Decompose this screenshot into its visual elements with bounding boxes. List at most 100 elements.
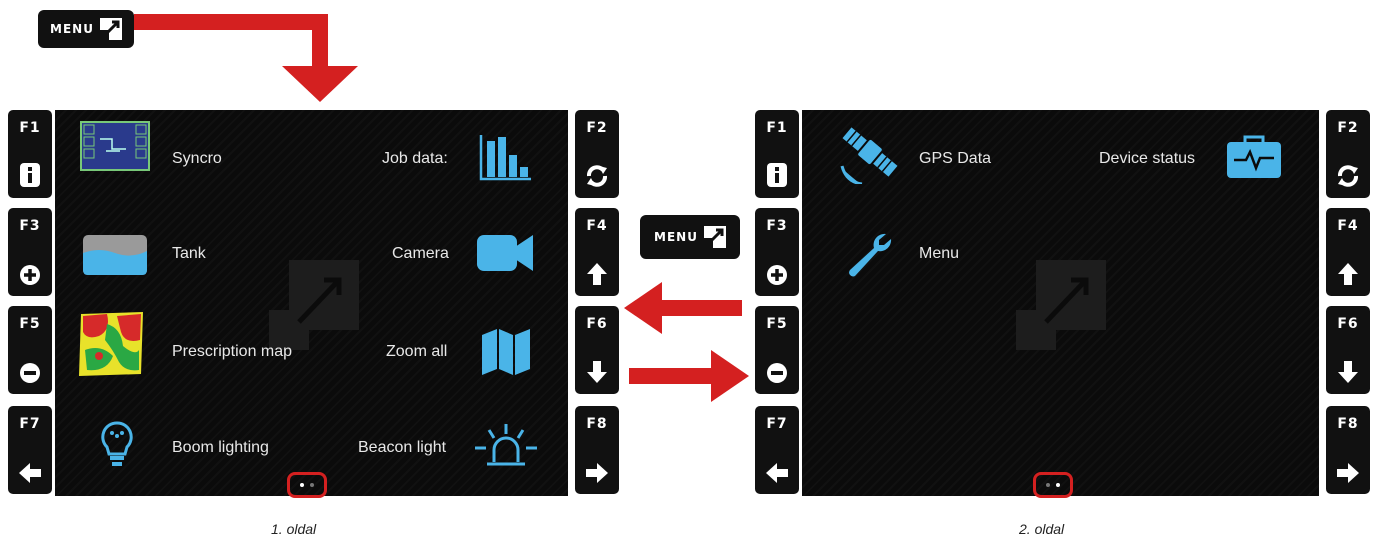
camera-label: Camera <box>392 245 449 262</box>
medical-kit-icon <box>1227 135 1281 178</box>
f4-label: F4 <box>586 218 608 234</box>
f1-label: F1 <box>766 120 788 136</box>
f8-label: F8 <box>586 416 608 432</box>
f1-key-page2[interactable]: F1 <box>755 110 799 198</box>
expand-icon <box>703 226 726 248</box>
menu-button-label: MENU <box>50 22 94 36</box>
left-arrow-icon <box>19 463 41 483</box>
red-arrow-down <box>134 14 358 102</box>
beacon-light-icon <box>475 424 537 466</box>
f5-key-page2[interactable]: F5 <box>755 306 799 394</box>
red-arrow-left <box>624 282 742 334</box>
page-dot <box>310 483 314 487</box>
page-1-caption: 1. oldal <box>271 521 317 537</box>
syncro-label: Syncro <box>172 150 222 167</box>
plus-icon <box>20 265 40 285</box>
tank-icon <box>83 235 147 275</box>
f8-label: F8 <box>1337 416 1359 432</box>
bar-chart-icon <box>479 135 531 181</box>
f2-key-page2[interactable]: F2 <box>1326 110 1370 198</box>
menu-item-boom-lighting[interactable]: Boom lighting <box>172 439 269 457</box>
tank-label: Tank <box>172 245 206 262</box>
light-bulb-icon <box>101 421 133 466</box>
up-arrow-icon <box>1338 263 1358 285</box>
page-dot <box>1046 483 1050 487</box>
beacon-light-label: Beacon light <box>358 439 447 456</box>
screen-page-2: GPS Data Device status Menu <box>802 110 1319 498</box>
syncro-icon <box>80 121 150 171</box>
left-arrow-icon <box>766 463 788 483</box>
info-icon <box>767 163 787 187</box>
f3-label: F3 <box>766 218 788 234</box>
wrench-icon <box>849 233 892 277</box>
map-icon <box>482 329 530 375</box>
f6-key[interactable]: F6 <box>575 306 619 394</box>
menu-item-syncro[interactable]: Syncro <box>172 150 222 168</box>
down-arrow-icon <box>587 361 607 383</box>
job-data-label: Job data: <box>382 150 448 167</box>
menu-item-menu[interactable]: Menu <box>919 245 959 263</box>
down-arrow-icon <box>1338 361 1358 383</box>
zoom-all-label: Zoom all <box>386 343 448 360</box>
page-2-caption: 2. oldal <box>1019 521 1065 537</box>
f5-label: F5 <box>766 316 788 332</box>
f6-label: F6 <box>1337 316 1359 332</box>
menu-item-tank[interactable]: Tank <box>172 245 206 263</box>
f7-key-page2[interactable]: F7 <box>755 406 799 494</box>
f1-key[interactable]: F1 <box>8 110 52 198</box>
f3-key[interactable]: F3 <box>8 208 52 296</box>
f4-key-page2[interactable]: F4 <box>1326 208 1370 296</box>
page-indicator[interactable] <box>287 472 327 498</box>
f8-key[interactable]: F8 <box>575 406 619 494</box>
f6-label: F6 <box>586 316 608 332</box>
f4-label: F4 <box>1337 218 1359 234</box>
f4-key[interactable]: F4 <box>575 208 619 296</box>
f7-label: F7 <box>19 416 41 432</box>
f5-key[interactable]: F5 <box>8 306 52 394</box>
satellite-icon <box>840 127 898 184</box>
menu-label: Menu <box>919 245 960 262</box>
screen-page-1: Syncro Job data: Tank Camera Prescriptio… <box>55 110 568 498</box>
f6-key-page2[interactable]: F6 <box>1326 306 1370 394</box>
f2-key[interactable]: F2 <box>575 110 619 198</box>
gps-data-label: GPS Data <box>919 150 992 167</box>
right-arrow-icon <box>1337 463 1359 483</box>
menu-item-zoom-all[interactable]: Zoom all <box>386 343 447 361</box>
menu-item-job-data[interactable]: Job data: <box>382 150 448 168</box>
f3-label: F3 <box>19 218 41 234</box>
menu-button-middle[interactable]: MENU <box>640 215 740 259</box>
f2-label: F2 <box>1337 120 1359 136</box>
menu-item-beacon-light[interactable]: Beacon light <box>358 439 446 457</box>
page-indicator[interactable] <box>1033 472 1073 498</box>
f5-label: F5 <box>19 316 41 332</box>
f7-label: F7 <box>766 416 788 432</box>
watermark-logo-icon <box>269 260 359 350</box>
f8-key-page2[interactable]: F8 <box>1326 406 1370 494</box>
menu-item-gps-data[interactable]: GPS Data <box>919 150 991 168</box>
right-arrow-icon <box>586 463 608 483</box>
menu-item-prescription-map[interactable]: Prescription map <box>172 343 292 361</box>
prescription-map-icon <box>79 312 143 376</box>
refresh-icon <box>1338 165 1358 187</box>
watermark-logo-icon <box>1016 260 1106 350</box>
f7-key[interactable]: F7 <box>8 406 52 494</box>
expand-icon <box>99 18 122 40</box>
minus-icon <box>767 363 787 383</box>
f3-key-page2[interactable]: F3 <box>755 208 799 296</box>
menu-item-device-status[interactable]: Device status <box>1099 150 1195 168</box>
up-arrow-icon <box>587 263 607 285</box>
menu-item-camera[interactable]: Camera <box>392 245 449 263</box>
info-icon <box>20 163 40 187</box>
device-status-label: Device status <box>1099 150 1196 167</box>
boom-lighting-label: Boom lighting <box>172 439 269 456</box>
page-dot-active <box>1056 483 1060 487</box>
refresh-icon <box>587 165 607 187</box>
f2-label: F2 <box>586 120 608 136</box>
menu-button-label: MENU <box>654 230 698 244</box>
red-arrow-right <box>629 350 749 402</box>
minus-icon <box>20 363 40 383</box>
prescription-map-label: Prescription map <box>172 343 293 360</box>
page-dot-active <box>300 483 304 487</box>
f1-label: F1 <box>19 120 41 136</box>
plus-icon <box>767 265 787 285</box>
